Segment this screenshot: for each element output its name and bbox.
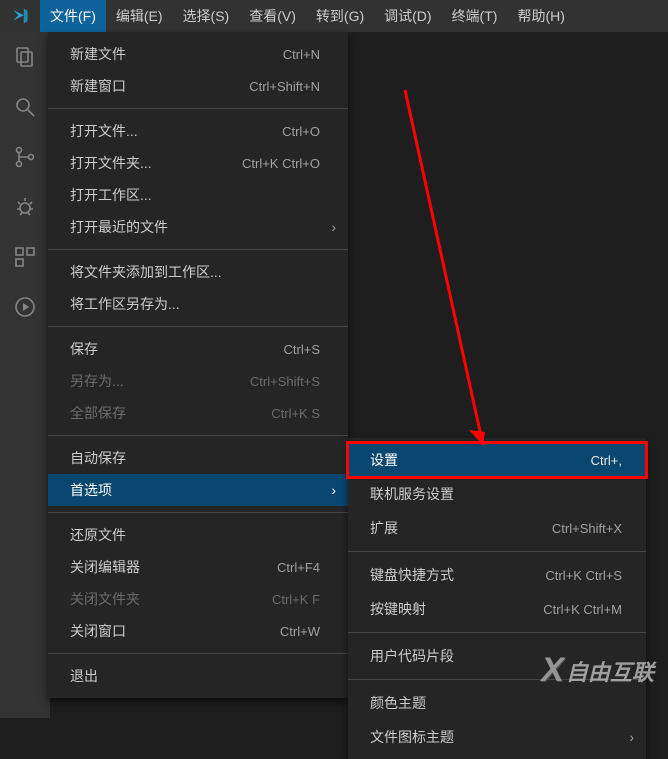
file-menu-item-21[interactable]: 关闭窗口Ctrl+W: [48, 615, 348, 647]
file-menu-item-23[interactable]: 退出: [48, 660, 348, 692]
menu-item-label: 将工作区另存为...: [70, 294, 320, 314]
chevron-right-icon: ›: [331, 219, 336, 235]
title-bar: 文件(F)编辑(E)选择(S)查看(V)转到(G)调试(D)终端(T)帮助(H): [0, 0, 668, 32]
file-menu-item-5[interactable]: 打开工作区...: [48, 179, 348, 211]
file-menu-item-8[interactable]: 将文件夹添加到工作区...: [48, 256, 348, 288]
file-menu-separator: [48, 108, 348, 109]
debug-icon[interactable]: [0, 182, 50, 232]
menu-item-shortcut: Ctrl+Shift+S: [250, 374, 320, 389]
prefs-menu-separator: [348, 632, 646, 633]
menu-item-label: 新建窗口: [70, 76, 249, 96]
file-menu-item-11[interactable]: 保存Ctrl+S: [48, 333, 348, 365]
file-menu-dropdown: 新建文件Ctrl+N新建窗口Ctrl+Shift+N打开文件...Ctrl+O打…: [48, 32, 348, 698]
menu-item-shortcut: Ctrl+K Ctrl+M: [543, 602, 622, 617]
file-menu-item-12: 另存为...Ctrl+Shift+S: [48, 365, 348, 397]
menu-item-shortcut: Ctrl+N: [283, 47, 320, 62]
menu-item-1[interactable]: 编辑(E): [106, 0, 173, 32]
extensions-icon[interactable]: [0, 232, 50, 282]
file-menu-item-0[interactable]: 新建文件Ctrl+N: [48, 38, 348, 70]
prefs-menu-item-2[interactable]: 扩展Ctrl+Shift+X: [348, 511, 646, 545]
menu-item-shortcut: Ctrl+K S: [271, 406, 320, 421]
menu-item-label: 颜色主题: [370, 693, 622, 713]
activity-bar: [0, 32, 50, 718]
chevron-right-icon: ›: [629, 729, 634, 745]
menu-item-7[interactable]: 帮助(H): [507, 0, 574, 32]
menu-item-label: 全部保存: [70, 403, 271, 423]
file-menu-item-15[interactable]: 自动保存: [48, 442, 348, 474]
menu-item-3[interactable]: 查看(V): [239, 0, 306, 32]
menu-item-label: 键盘快捷方式: [370, 565, 545, 585]
menu-item-label: 联机服务设置: [370, 484, 622, 504]
menu-item-shortcut: Ctrl+K Ctrl+S: [545, 568, 622, 583]
menu-item-4[interactable]: 转到(G): [306, 0, 374, 32]
prefs-menu-item-4[interactable]: 键盘快捷方式Ctrl+K Ctrl+S: [348, 558, 646, 592]
menu-item-label: 打开文件...: [70, 121, 282, 141]
file-menu-item-13: 全部保存Ctrl+K S: [48, 397, 348, 429]
menu-item-label: 扩展: [370, 518, 552, 538]
file-menu-separator: [48, 326, 348, 327]
file-menu-item-18[interactable]: 还原文件: [48, 519, 348, 551]
menu-item-label: 将文件夹添加到工作区...: [70, 262, 320, 282]
file-menu-item-1[interactable]: 新建窗口Ctrl+Shift+N: [48, 70, 348, 102]
prefs-menu-item-1[interactable]: 联机服务设置: [348, 477, 646, 511]
menubar: 文件(F)编辑(E)选择(S)查看(V)转到(G)调试(D)终端(T)帮助(H): [40, 0, 575, 32]
menu-item-0[interactable]: 文件(F): [40, 0, 106, 32]
file-menu-item-3[interactable]: 打开文件...Ctrl+O: [48, 115, 348, 147]
source-control-icon[interactable]: [0, 132, 50, 182]
menu-item-shortcut: Ctrl+Shift+X: [552, 521, 622, 536]
chevron-right-icon: ›: [331, 482, 336, 498]
file-menu-separator: [48, 435, 348, 436]
explorer-icon[interactable]: [0, 32, 50, 82]
watermark-text: 自由互联: [566, 655, 654, 687]
prefs-menu-separator: [348, 551, 646, 552]
menu-item-label: 还原文件: [70, 525, 320, 545]
menu-item-label: 设置: [370, 450, 591, 470]
app-icon: [0, 0, 40, 32]
menu-item-label: 打开文件夹...: [70, 153, 242, 173]
run-icon[interactable]: [0, 282, 50, 332]
prefs-menu-item-0[interactable]: 设置Ctrl+,: [348, 443, 646, 477]
menu-item-label: 退出: [70, 666, 320, 686]
menu-item-shortcut: Ctrl+O: [282, 124, 320, 139]
menu-item-label: 关闭编辑器: [70, 557, 277, 577]
file-menu-item-16[interactable]: 首选项 ›: [48, 474, 348, 506]
prefs-menu-item-10[interactable]: 文件图标主题 ›: [348, 720, 646, 754]
menu-item-shortcut: Ctrl+K F: [272, 592, 320, 607]
menu-item-2[interactable]: 选择(S): [173, 0, 240, 32]
file-menu-separator: [48, 653, 348, 654]
watermark-logo-icon: X: [541, 651, 560, 690]
menu-item-label: 打开最近的文件: [70, 217, 320, 237]
menu-item-shortcut: Ctrl+Shift+N: [249, 79, 320, 94]
file-menu-item-20: 关闭文件夹Ctrl+K F: [48, 583, 348, 615]
menu-item-shortcut: Ctrl+F4: [277, 560, 320, 575]
prefs-menu-item-9[interactable]: 颜色主题: [348, 686, 646, 720]
menu-item-shortcut: Ctrl+,: [591, 453, 622, 468]
menu-item-label: 首选项: [70, 480, 320, 500]
menu-item-label: 关闭窗口: [70, 621, 280, 641]
menu-item-label: 打开工作区...: [70, 185, 320, 205]
menu-item-shortcut: Ctrl+S: [284, 342, 320, 357]
menu-item-5[interactable]: 调试(D): [374, 0, 441, 32]
menu-item-label: 新建文件: [70, 44, 283, 64]
watermark: X 自由互联: [541, 651, 654, 690]
menu-item-label: 另存为...: [70, 371, 250, 391]
menu-item-label: 自动保存: [70, 448, 320, 468]
file-menu-item-6[interactable]: 打开最近的文件 ›: [48, 211, 348, 243]
menu-item-label: 保存: [70, 339, 284, 359]
menu-item-label: 关闭文件夹: [70, 589, 272, 609]
menu-item-shortcut: Ctrl+W: [280, 624, 320, 639]
menu-item-label: 按键映射: [370, 599, 543, 619]
file-menu-separator: [48, 512, 348, 513]
prefs-menu-item-5[interactable]: 按键映射Ctrl+K Ctrl+M: [348, 592, 646, 626]
menu-item-label: 文件图标主题: [370, 727, 622, 747]
file-menu-item-9[interactable]: 将工作区另存为...: [48, 288, 348, 320]
menu-item-6[interactable]: 终端(T): [442, 0, 508, 32]
menu-item-shortcut: Ctrl+K Ctrl+O: [242, 156, 320, 171]
file-menu-item-4[interactable]: 打开文件夹...Ctrl+K Ctrl+O: [48, 147, 348, 179]
file-menu-item-19[interactable]: 关闭编辑器Ctrl+F4: [48, 551, 348, 583]
preferences-submenu: 设置Ctrl+,联机服务设置扩展Ctrl+Shift+X键盘快捷方式Ctrl+K…: [348, 438, 646, 759]
file-menu-separator: [48, 249, 348, 250]
search-icon[interactable]: [0, 82, 50, 132]
